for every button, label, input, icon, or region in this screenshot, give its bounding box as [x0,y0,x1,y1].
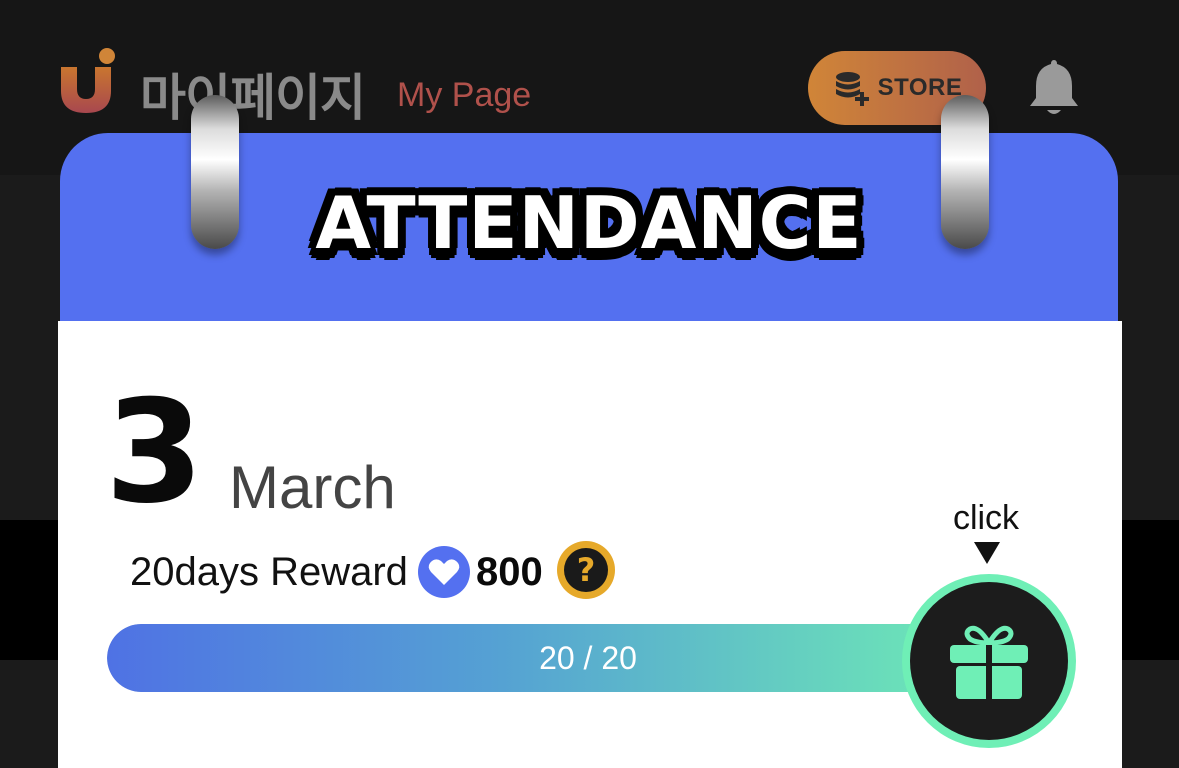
calendar-ring [941,95,989,249]
u-logo-icon [61,48,115,113]
gift-icon [950,625,1028,699]
page-title-english: My Page [397,76,532,114]
current-month: March [229,454,396,521]
heart-icon [418,546,470,598]
reward-label: 20days Reward [130,550,408,594]
reward-amount: 800 [476,550,543,594]
current-day: 3 [105,370,204,535]
question-icon: ? [564,548,608,592]
gift-button[interactable] [902,574,1076,748]
click-hint: click [952,499,1020,537]
bell-icon[interactable] [1024,56,1084,120]
store-label: STORE [877,74,963,101]
coin-stack-plus-icon [835,72,869,106]
down-arrow-icon [974,542,1000,564]
help-button[interactable]: ? [557,541,615,599]
calendar-ring [191,95,239,249]
page-title-korean: 마이페이지 [140,70,366,126]
